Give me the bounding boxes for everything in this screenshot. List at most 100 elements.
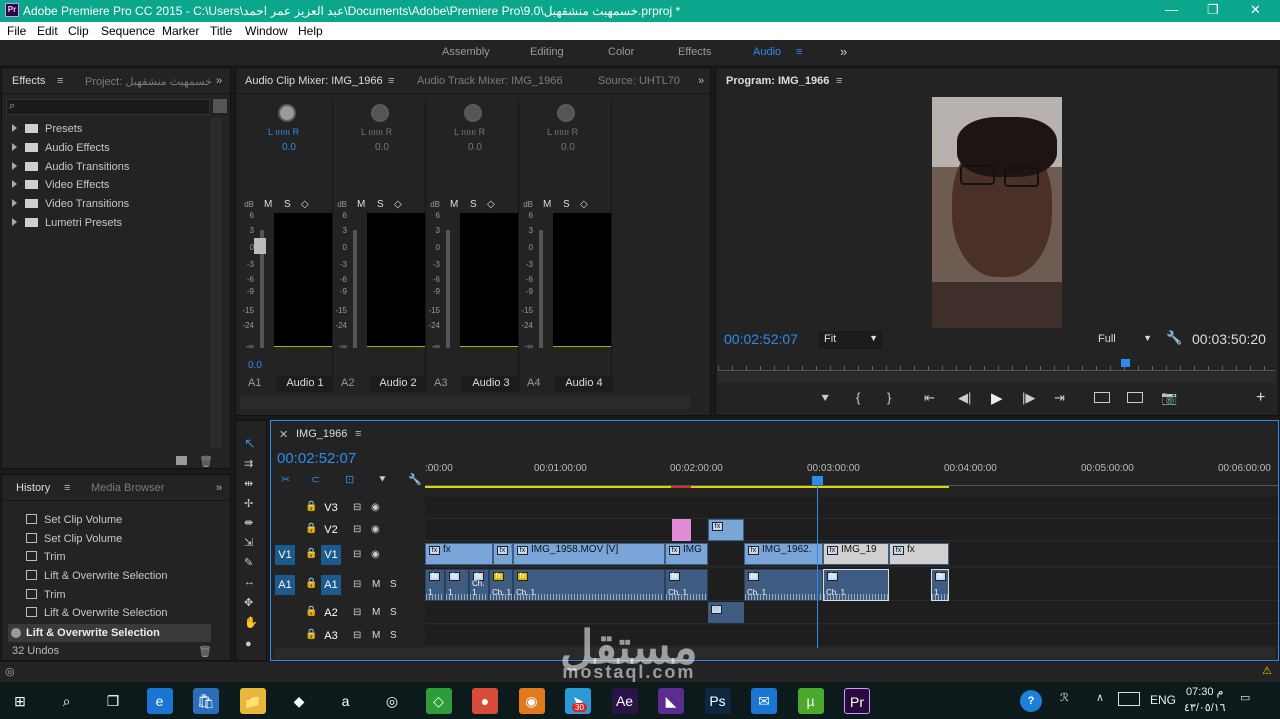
- track-label[interactable]: A2: [321, 603, 341, 623]
- rate-stretch-icon[interactable]: ⇼: [244, 516, 253, 529]
- premiere-icon[interactable]: Pr: [844, 688, 870, 714]
- workspace-effects[interactable]: Effects: [678, 46, 711, 58]
- clip-a1[interactable]: fx Ch. 1: [665, 569, 708, 601]
- clip-v1[interactable]: fxfx: [425, 543, 493, 565]
- workspace-color[interactable]: Color: [608, 46, 634, 58]
- lift-icon[interactable]: [1094, 392, 1110, 403]
- menu-window[interactable]: Window: [245, 24, 288, 38]
- fader-track[interactable]: [446, 230, 450, 348]
- marker-icon[interactable]: ⯆: [378, 474, 387, 487]
- effects-search-input[interactable]: ⌕: [6, 99, 210, 115]
- expand-icon[interactable]: [12, 199, 17, 207]
- expand-icon[interactable]: [12, 180, 17, 188]
- expand-icon[interactable]: [12, 162, 17, 170]
- settings-wrench-icon[interactable]: 🔧: [408, 473, 422, 486]
- toggle-sync-icon[interactable]: ⊟: [353, 579, 361, 590]
- lock-icon[interactable]: 🔒: [305, 523, 317, 534]
- track-lane[interactable]: [425, 625, 1278, 647]
- clip-v1[interactable]: fx IMG_19: [823, 543, 889, 565]
- fader-handle[interactable]: [254, 238, 266, 254]
- clip-a1[interactable]: fx Ch. 1: [469, 569, 489, 601]
- chrome-icon[interactable]: ●: [472, 688, 498, 714]
- search-icon[interactable]: ⌕: [53, 688, 80, 714]
- timeline-ruler[interactable]: :00:00 00:01:00:00 00:02:00:00 00:03:00:00 0…: [425, 457, 1278, 488]
- timeline-timecode[interactable]: 00:02:52:07: [277, 450, 356, 467]
- amazon-icon[interactable]: a: [332, 688, 359, 714]
- history-item[interactable]: Trim: [26, 551, 66, 569]
- marker-icon[interactable]: ⯆: [820, 391, 830, 407]
- program-video-frame[interactable]: [932, 97, 1062, 328]
- add-button-icon[interactable]: +: [1256, 389, 1265, 407]
- panel-menu-icon[interactable]: ≡: [388, 75, 394, 87]
- mute-track-button[interactable]: M: [372, 607, 380, 618]
- program-title[interactable]: Program: IMG_1966: [726, 75, 829, 87]
- workspace-audio[interactable]: Audio: [753, 46, 781, 58]
- slip-icon[interactable]: ✎: [244, 556, 253, 569]
- workspace-more-icon[interactable]: »: [840, 44, 847, 59]
- people-icon[interactable]: ℛ: [1060, 691, 1069, 704]
- fader-track[interactable]: [539, 230, 543, 348]
- wrench-icon[interactable]: 🔧: [1166, 330, 1182, 346]
- clip-a1[interactable]: fx Ch. 1: [744, 569, 823, 601]
- tab-effects[interactable]: Effects: [12, 75, 45, 87]
- file-explorer-icon[interactable]: 📁: [239, 688, 266, 714]
- clock-date[interactable]: ٤٣/٠٥/١٦: [1184, 701, 1226, 714]
- track-label[interactable]: A3: [321, 626, 341, 646]
- utorrent-icon[interactable]: µ: [797, 688, 824, 714]
- tree-item-audio-effects[interactable]: Audio Effects: [12, 142, 110, 160]
- history-item[interactable]: Lift & Overwrite Selection: [26, 607, 168, 625]
- tray-chevron-icon[interactable]: ∧: [1096, 691, 1104, 704]
- write-keyframes-button[interactable]: ◇: [487, 199, 495, 210]
- pan-value[interactable]: 0.0: [561, 142, 575, 153]
- close-button[interactable]: ✕: [1250, 2, 1261, 18]
- solo-track-button[interactable]: S: [390, 579, 397, 590]
- clip-a1[interactable]: fx 1: [931, 569, 949, 601]
- store-icon[interactable]: 🛍: [193, 688, 219, 714]
- snap-icon[interactable]: ✂: [281, 473, 290, 486]
- mute-button[interactable]: M: [264, 199, 272, 210]
- razor-icon[interactable]: ⇲: [244, 536, 253, 549]
- play-icon[interactable]: ▶: [991, 389, 1003, 407]
- panel-menu-icon[interactable]: ≡: [64, 482, 70, 494]
- rolling-edit-icon[interactable]: ✢: [244, 497, 253, 510]
- timeline-scrollbar[interactable]: [275, 648, 1275, 659]
- new-bin-icon[interactable]: [213, 99, 227, 113]
- task-view-icon[interactable]: ❐: [100, 688, 126, 714]
- timeline-playhead[interactable]: [812, 476, 823, 485]
- slide-icon[interactable]: ↔: [244, 576, 255, 588]
- panel-menu-icon[interactable]: ≡: [57, 75, 63, 87]
- source-patch-a1[interactable]: A1: [275, 574, 295, 595]
- track-label[interactable]: A1: [321, 574, 341, 595]
- clock-time[interactable]: 07:30 م: [1186, 685, 1223, 698]
- solo-button[interactable]: S: [377, 199, 384, 210]
- ripple-edit-icon[interactable]: ⇹: [244, 477, 253, 490]
- pan-value[interactable]: 0.0: [468, 142, 482, 153]
- scrollbar[interactable]: [210, 118, 222, 448]
- source-patch-v1[interactable]: V1: [275, 544, 295, 565]
- pan-value[interactable]: 0.0: [282, 142, 296, 153]
- layers-icon[interactable]: ◇: [425, 688, 452, 714]
- tab-media-browser[interactable]: Media Browser: [91, 482, 164, 494]
- menu-sequence[interactable]: Sequence: [101, 24, 155, 38]
- clip-a1[interactable]: fx Ch. 1: [513, 569, 665, 601]
- tree-item-lumetri-presets[interactable]: Lumetri Presets: [12, 217, 122, 235]
- delete-icon[interactable]: 🗑: [198, 645, 212, 658]
- track-lane[interactable]: [425, 601, 1278, 624]
- panel-more-icon[interactable]: »: [216, 75, 222, 87]
- track-lane[interactable]: [425, 519, 1278, 541]
- toggle-sync-icon[interactable]: ⊟: [353, 502, 361, 513]
- sequence-tab[interactable]: IMG_1966: [296, 428, 347, 440]
- clip-a1[interactable]: fx Ch. 1: [489, 569, 513, 601]
- menu-file[interactable]: File: [7, 24, 26, 38]
- workspace-editing[interactable]: Editing: [530, 46, 564, 58]
- panel-more-icon[interactable]: »: [216, 482, 222, 494]
- solo-track-button[interactable]: S: [390, 630, 397, 641]
- linked-selection-icon[interactable]: ⊂: [311, 473, 320, 486]
- clip-v1[interactable]: fx IMG_1958.MOV [V]: [513, 543, 665, 565]
- mark-in-icon[interactable]: {: [856, 390, 860, 405]
- clip-v1[interactable]: fxfx: [889, 543, 949, 565]
- mail-icon[interactable]: ✉: [751, 688, 777, 714]
- fader-track[interactable]: [353, 230, 357, 348]
- minimize-button[interactable]: —: [1165, 2, 1178, 17]
- history-item-selected[interactable]: Lift & Overwrite Selection: [8, 624, 211, 642]
